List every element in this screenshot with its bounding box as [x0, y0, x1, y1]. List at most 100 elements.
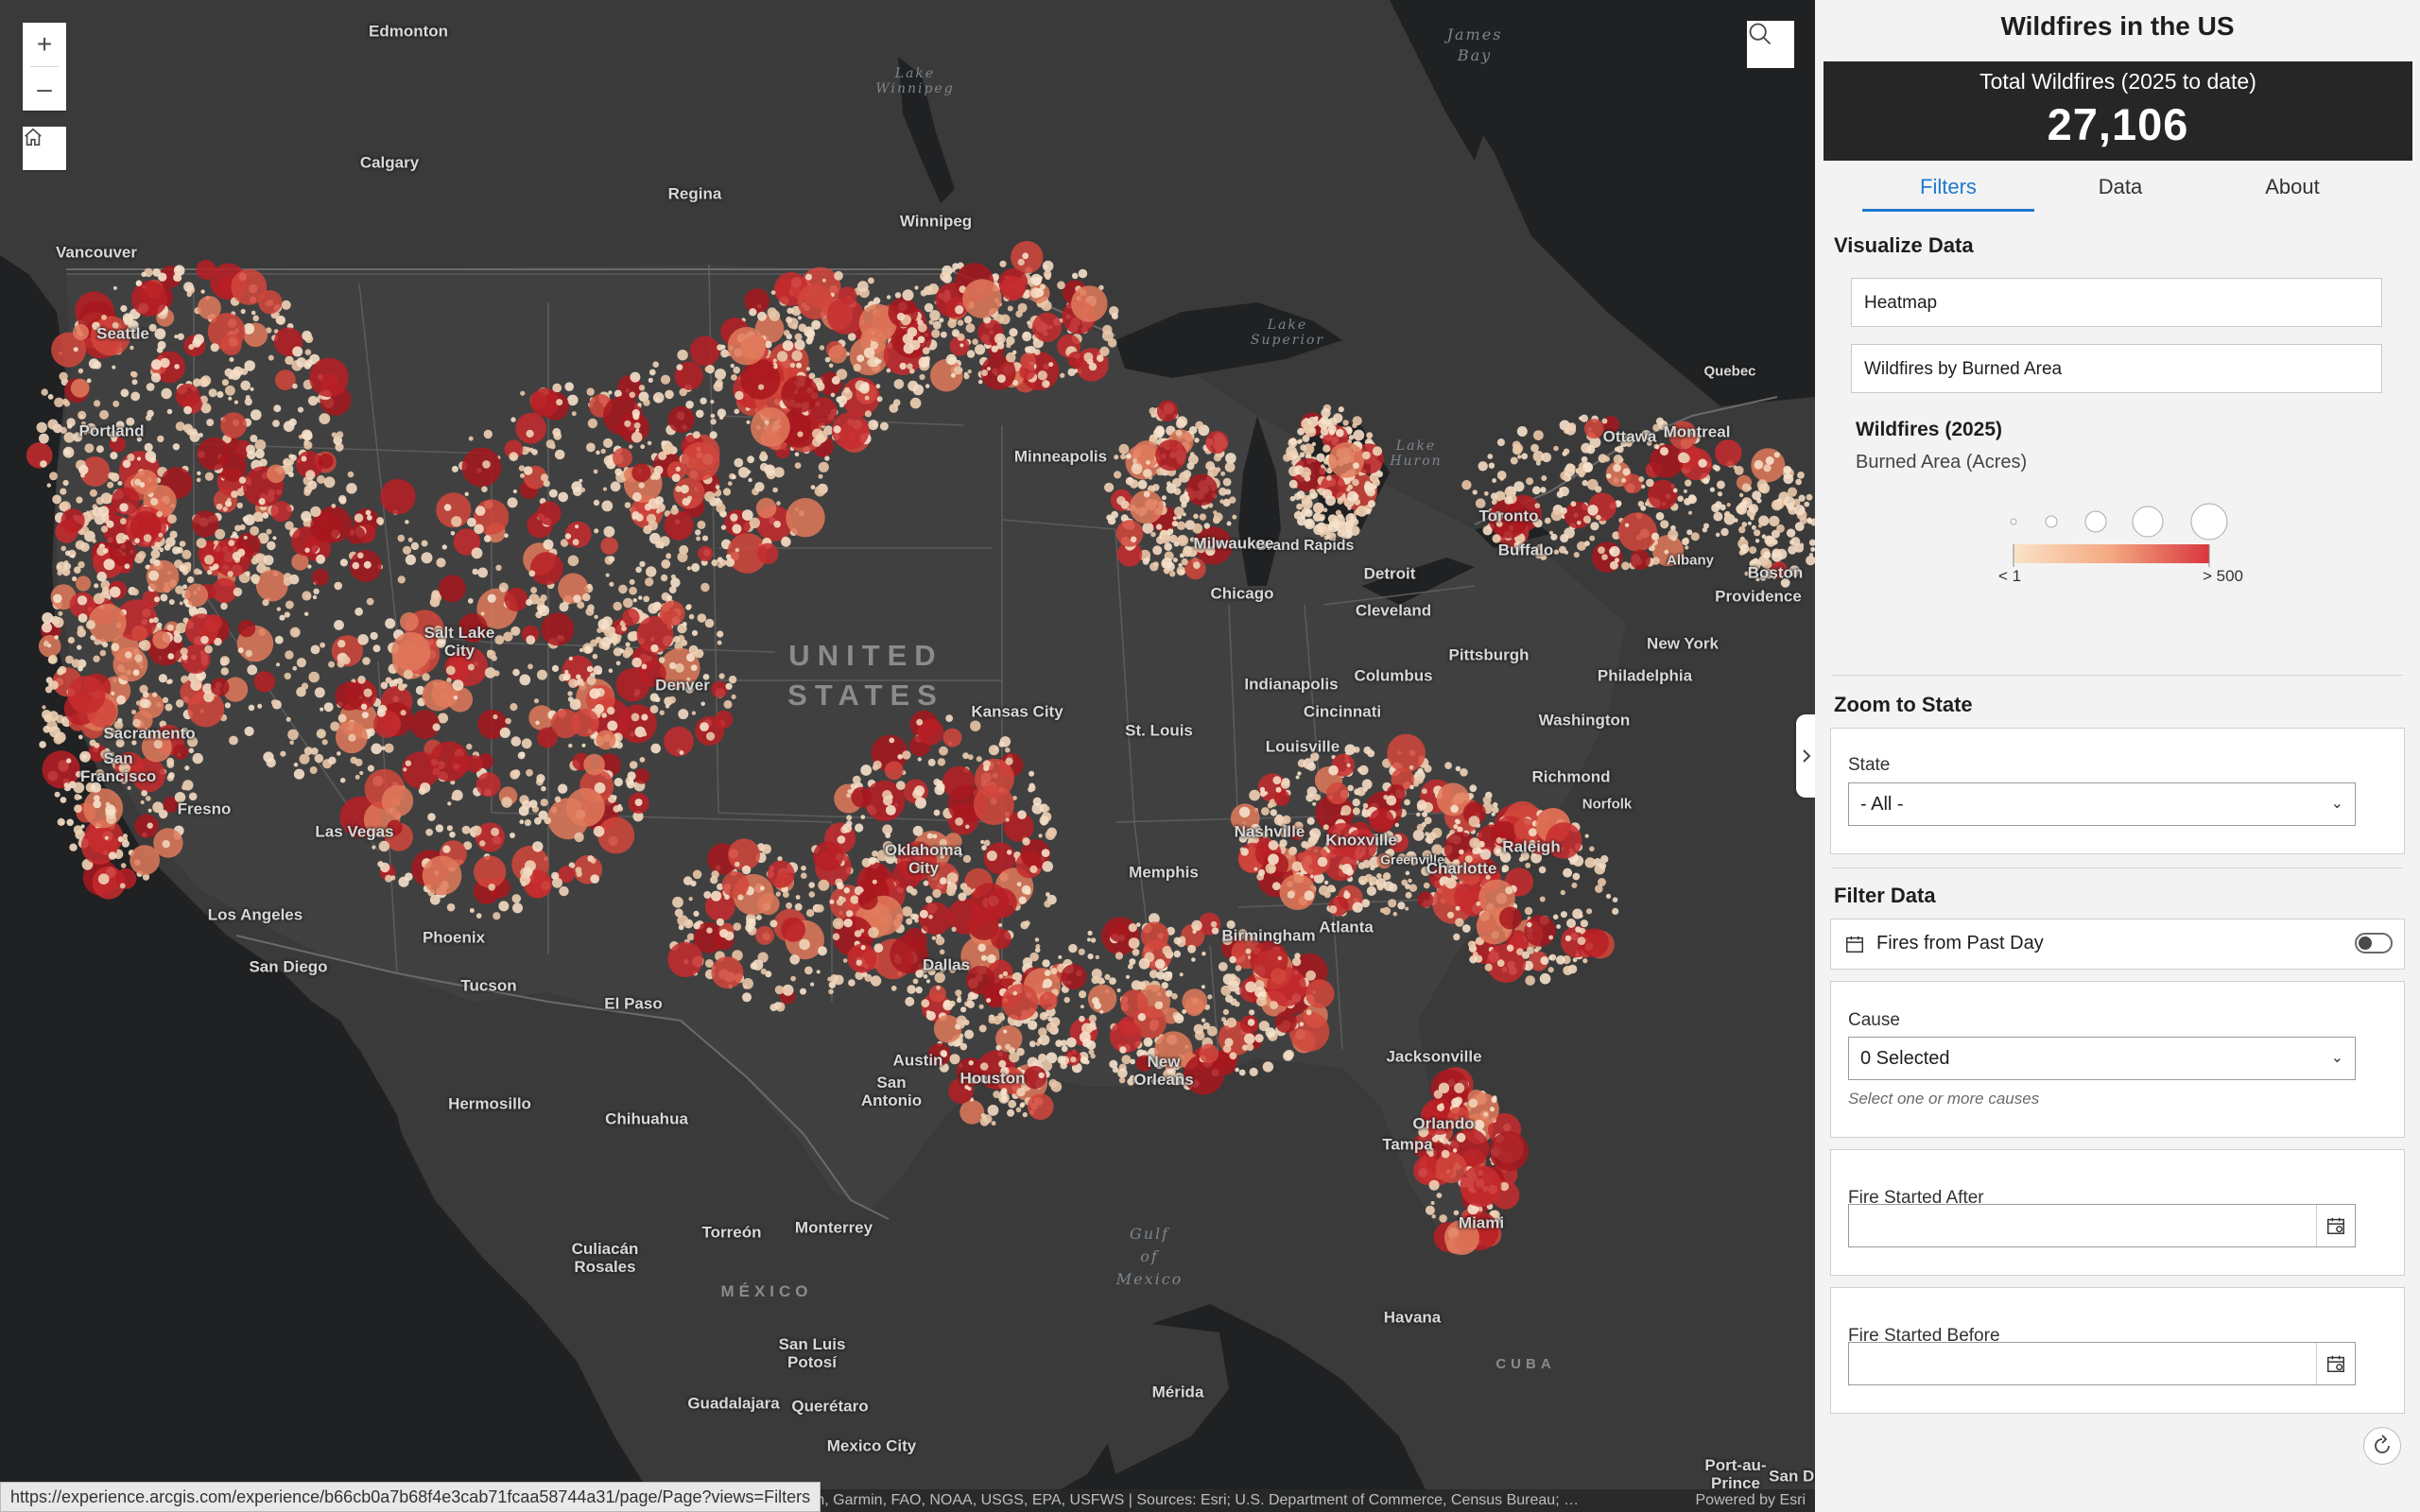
cause-select[interactable]: 0 Selected ⌄ [1848, 1037, 2356, 1080]
wildfire-point [1469, 955, 1478, 964]
wildfire-point [1325, 495, 1336, 507]
tab-filters[interactable]: Filters [1862, 170, 2034, 212]
wildfire-point [1564, 550, 1569, 555]
wildfire-point [493, 912, 501, 920]
wildfire-point [39, 741, 46, 748]
wildfire-point [607, 706, 615, 715]
tab-about[interactable]: About [2206, 170, 2378, 212]
wildfire-point [1754, 459, 1764, 470]
wildfire-point [334, 620, 344, 630]
wildfire-point [481, 486, 488, 492]
past-day-toggle[interactable] [2355, 933, 2393, 954]
wildfire-point [1154, 958, 1166, 970]
wildfire-point [339, 558, 348, 567]
wildfire-point [986, 850, 997, 862]
wildfire-point [233, 400, 238, 404]
wildfire-point [1784, 496, 1795, 507]
wildfire-point [1008, 1099, 1017, 1108]
wildfire-point [509, 452, 519, 462]
wildfire-point [1022, 331, 1032, 342]
map-search-button[interactable] [1747, 21, 1794, 68]
city-label: Albany [1666, 552, 1715, 569]
wildfire-point [267, 541, 276, 551]
wildfire-point [1249, 1009, 1255, 1016]
wildfire-point [1191, 919, 1202, 932]
wildfire-point [1550, 533, 1558, 541]
wildfire-point [631, 657, 642, 668]
collapse-panel-button[interactable] [1796, 714, 1817, 798]
tab-data[interactable]: Data [2034, 170, 2206, 212]
wildfire-point [1152, 484, 1160, 491]
wildfire-point [731, 374, 737, 381]
wildfire-point [1115, 520, 1144, 547]
wildfire-point [136, 456, 142, 461]
wildfire-point [805, 909, 815, 918]
wildfire-point [648, 377, 653, 383]
wildfire-point [60, 797, 67, 803]
wildfire-point [586, 676, 596, 686]
wildfire-point [963, 373, 970, 380]
wildfire-point [917, 757, 922, 762]
powered-by-link[interactable]: Powered by Esri [1696, 1489, 1806, 1512]
wildfire-point [405, 760, 412, 766]
wildfire-point [593, 826, 605, 837]
wildfire-point [450, 531, 456, 536]
wildfire-point [1171, 521, 1178, 527]
wildfire-point [1559, 486, 1570, 497]
date-picker-button[interactable] [2316, 1343, 2355, 1384]
wildfire-point [857, 890, 878, 910]
wildfire-point [64, 550, 71, 557]
state-select[interactable]: - All - ⌄ [1848, 782, 2356, 826]
wildfire-point [828, 988, 834, 995]
burned-area-button[interactable]: Wildfires by Burned Area [1851, 344, 2382, 393]
wildfire-point [134, 538, 140, 543]
wildfire-point [1436, 1193, 1443, 1198]
city-label: Memphis [1129, 863, 1199, 882]
reset-filters-button[interactable] [2363, 1427, 2401, 1465]
home-button[interactable] [23, 127, 66, 170]
wildfire-point [146, 383, 155, 391]
wildfire-point [1175, 429, 1183, 437]
zoom-out-button[interactable]: – [23, 67, 66, 111]
heatmap-button[interactable]: Heatmap [1851, 278, 2382, 327]
wildfire-point [942, 274, 952, 284]
date-picker-button[interactable] [2316, 1205, 2355, 1246]
wildfire-point [1327, 424, 1337, 434]
fire-after-input[interactable] [1848, 1204, 2356, 1247]
wildfire-point [216, 390, 224, 399]
wildfire-point [1259, 790, 1267, 798]
wildfire-point [634, 799, 643, 807]
wildfire-point [215, 528, 226, 540]
wildfire-point [175, 275, 182, 282]
wildfire-point [204, 472, 214, 481]
wildfire-point [631, 511, 640, 520]
wildfire-point [1431, 1214, 1436, 1219]
wildfire-point [1492, 1095, 1497, 1101]
zoom-in-button[interactable]: + [23, 23, 66, 66]
wildfire-point [367, 765, 374, 772]
wildfire-point [1035, 944, 1041, 949]
wildfire-point [328, 661, 336, 668]
fire-before-input[interactable] [1848, 1342, 2356, 1385]
city-label: Washington [1538, 711, 1631, 730]
wildfire-point [216, 503, 223, 510]
wildfire-point [1015, 1107, 1022, 1113]
map-view[interactable]: James Bay Lake Winnipeg Lake Superior Lake H… [0, 0, 1815, 1512]
wildfire-point [1771, 499, 1783, 511]
wildfire-point [267, 464, 285, 484]
wildfire-point [243, 535, 248, 540]
city-label: Vancouver [56, 243, 137, 262]
wildfire-point [93, 593, 105, 605]
wildfire-point [571, 709, 599, 737]
wildfire-point [60, 545, 66, 552]
wildfire-point [100, 525, 109, 533]
wildfire-point [86, 378, 92, 384]
wildfire-point [1007, 1108, 1015, 1117]
wildfire-point [1011, 973, 1019, 980]
wildfire-point [196, 538, 207, 549]
wildfire-point [130, 370, 136, 377]
wildfire-point [1009, 1052, 1020, 1063]
wildfire-point [1109, 977, 1116, 985]
wildfire-point [1120, 500, 1130, 509]
wildfire-point [1512, 443, 1524, 454]
